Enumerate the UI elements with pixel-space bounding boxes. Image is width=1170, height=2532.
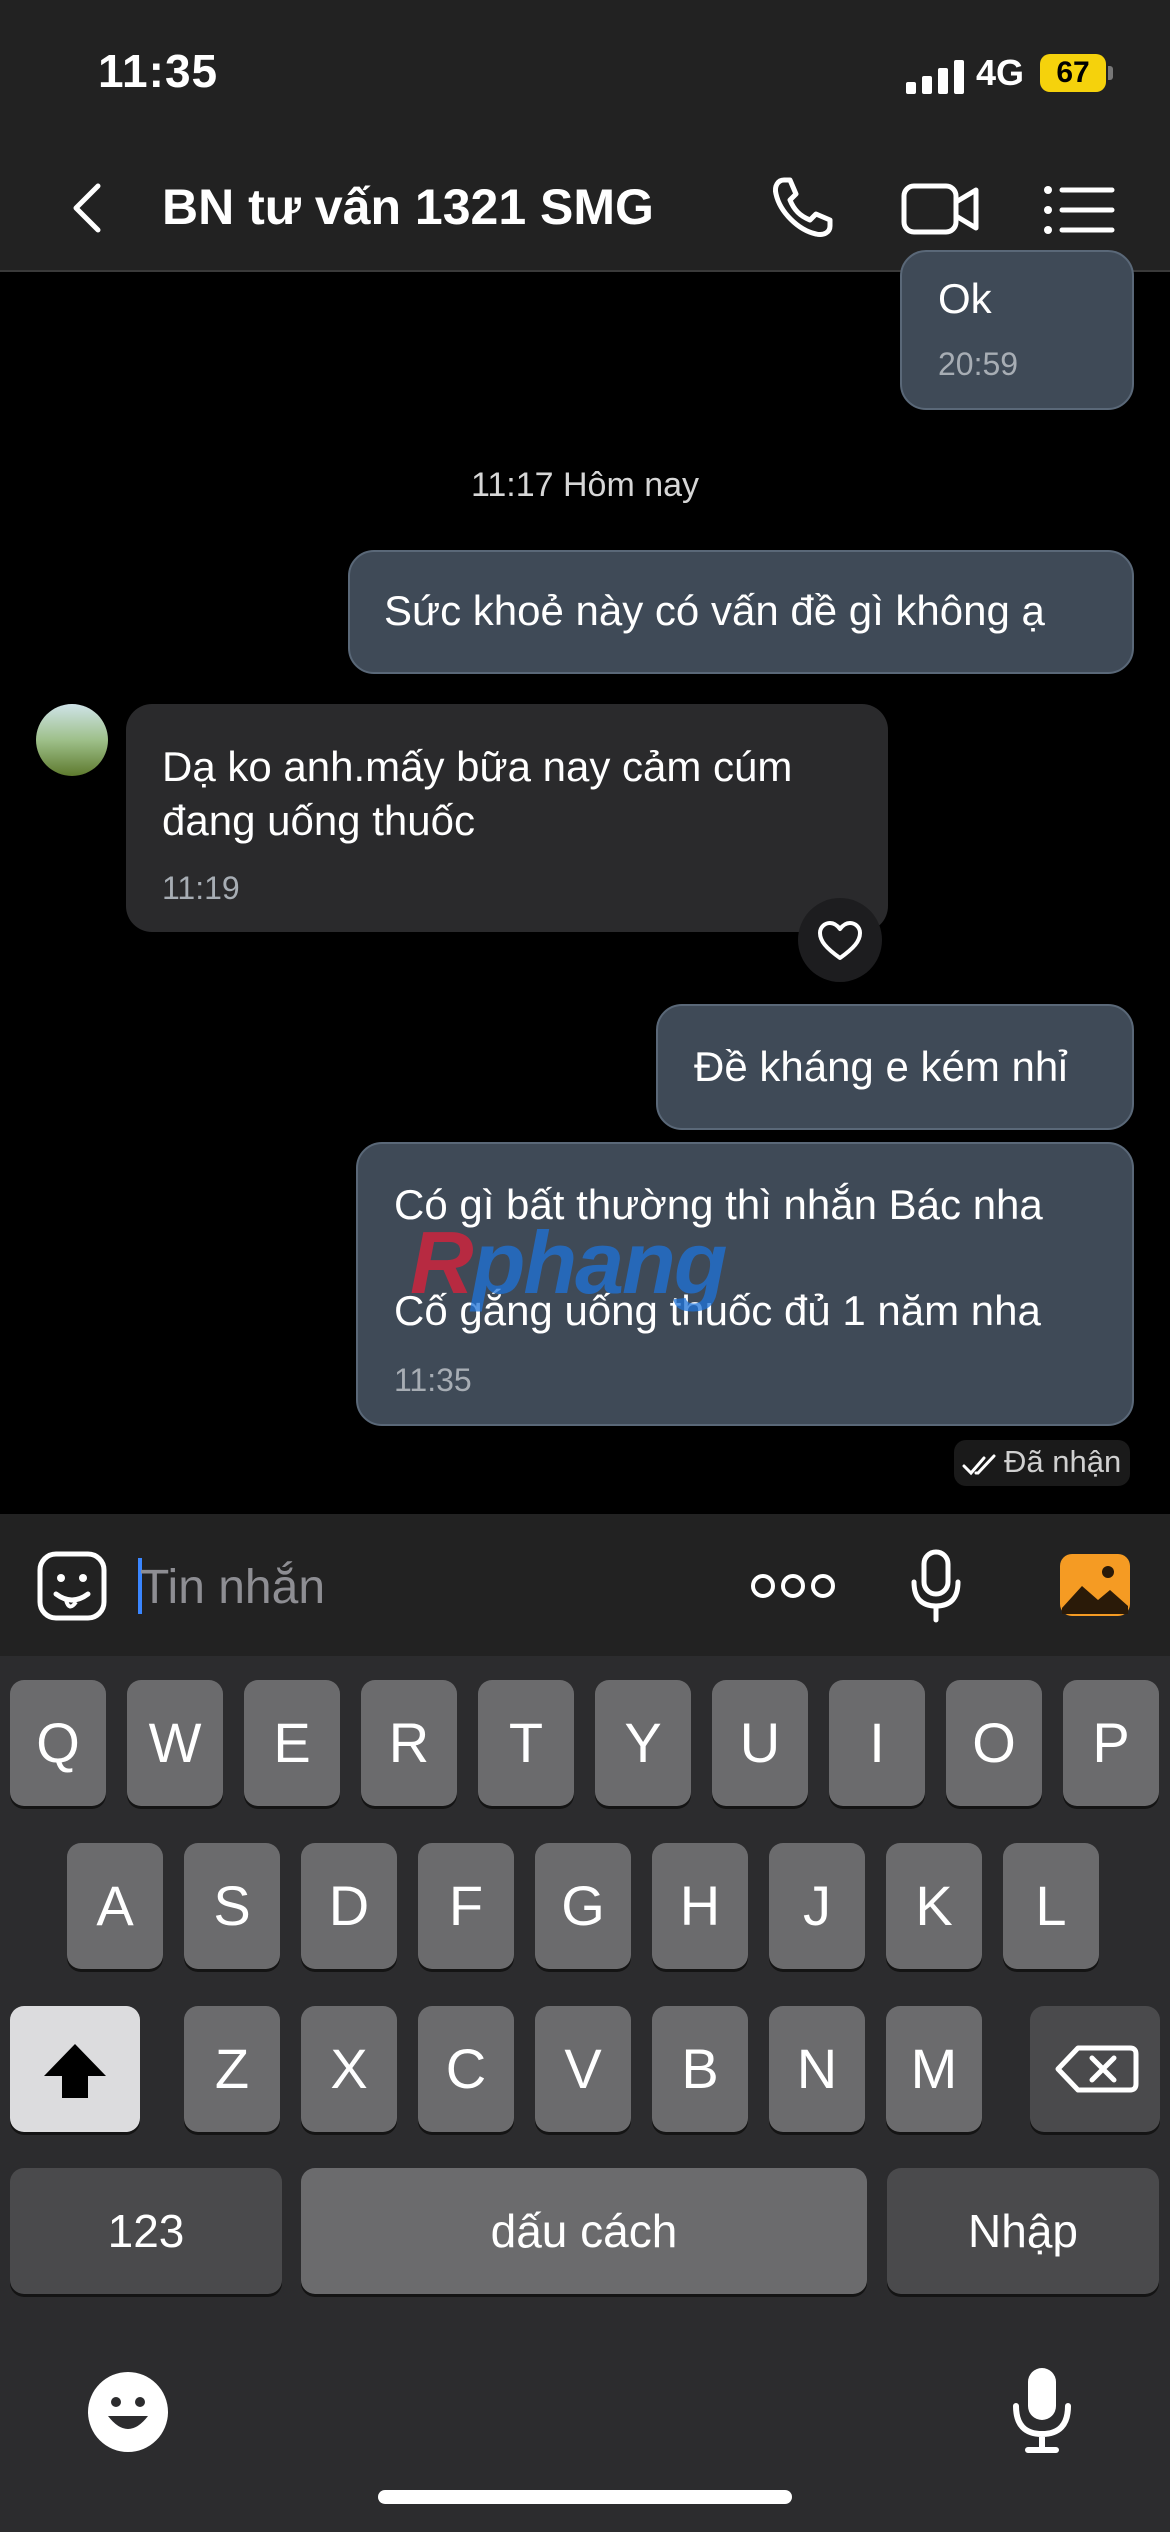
key-a[interactable]: A	[67, 1843, 163, 1969]
chevron-left-icon[interactable]	[60, 178, 120, 238]
network-type: 4G	[976, 52, 1025, 93]
key-o[interactable]: O	[946, 1680, 1042, 1806]
key-g[interactable]: G	[535, 1843, 631, 1969]
key-f[interactable]: F	[418, 1843, 514, 1969]
key-b[interactable]: B	[652, 2006, 748, 2132]
key-t[interactable]: T	[478, 1680, 574, 1806]
message-time: 20:59	[938, 346, 1019, 382]
date-separator: 11:17 Hôm nay	[470, 466, 700, 504]
key-s[interactable]: S	[184, 1843, 280, 1969]
receipt-status: Đã nhận	[1004, 1444, 1122, 1479]
message-bubble[interactable]	[900, 250, 1134, 410]
return-key[interactable]: Nhập	[887, 2168, 1159, 2294]
message-time: 11:19	[162, 870, 240, 906]
key-i[interactable]: I	[829, 1680, 925, 1806]
battery-level: 67	[1040, 54, 1106, 92]
key-k[interactable]: K	[886, 1843, 982, 1969]
message-text: Ok	[938, 275, 992, 322]
signal-icon	[906, 58, 966, 94]
key-q[interactable]: Q	[10, 1680, 106, 1806]
home-indicator[interactable]	[378, 2490, 792, 2504]
more-dots-icon[interactable]	[750, 1566, 836, 1606]
space-key[interactable]: dấu cách	[301, 2168, 867, 2294]
key-x[interactable]: X	[301, 2006, 397, 2132]
message-text: Sức khoẻ này có vấn đề gì không ạ	[384, 587, 1045, 634]
message-text: Dạ ko anh.mấy bữa nay cảm cúm	[162, 743, 793, 790]
heart-icon[interactable]	[798, 898, 882, 982]
message-input[interactable]: Tin nhắn	[140, 1560, 325, 1615]
message-text: Đề kháng e kém nhỉ	[694, 1043, 1068, 1090]
battery-icon	[1108, 66, 1113, 80]
key-r[interactable]: R	[361, 1680, 457, 1806]
backspace-icon[interactable]	[1030, 2006, 1160, 2132]
photo-icon[interactable]	[1058, 1552, 1132, 1618]
double-check-icon	[962, 1446, 998, 1482]
key-e[interactable]: E	[244, 1680, 340, 1806]
key-p[interactable]: P	[1063, 1680, 1159, 1806]
list-menu-icon[interactable]	[1040, 168, 1120, 248]
key-l[interactable]: L	[1003, 1843, 1099, 1969]
key-u[interactable]: U	[712, 1680, 808, 1806]
microphone-icon[interactable]	[906, 1548, 966, 1624]
key-h[interactable]: H	[652, 1843, 748, 1969]
video-camera-icon[interactable]	[900, 168, 980, 248]
key-j[interactable]: J	[769, 1843, 865, 1969]
key-c[interactable]: C	[418, 2006, 514, 2132]
watermark-logo: Rphang	[410, 1213, 728, 1312]
key-w[interactable]: W	[127, 1680, 223, 1806]
key-y[interactable]: Y	[595, 1680, 691, 1806]
message-text: đang uống thuốc	[162, 797, 475, 844]
avatar[interactable]	[36, 704, 108, 776]
phone-icon[interactable]	[762, 168, 842, 248]
key-v[interactable]: V	[535, 2006, 631, 2132]
shift-icon[interactable]	[10, 2006, 140, 2132]
status-time: 11:35	[98, 45, 219, 97]
key-n[interactable]: N	[769, 2006, 865, 2132]
chat-title[interactable]: BN tư vấn 1321 SMG	[162, 178, 654, 236]
key-z[interactable]: Z	[184, 2006, 280, 2132]
sticker-icon[interactable]	[36, 1550, 108, 1622]
key-d[interactable]: D	[301, 1843, 397, 1969]
message-time: 11:35	[394, 1362, 472, 1398]
key-m[interactable]: M	[886, 2006, 982, 2132]
numbers-key[interactable]: 123	[10, 2168, 282, 2294]
emoji-icon[interactable]	[86, 2370, 170, 2454]
dictation-mic-icon[interactable]	[1010, 2364, 1074, 2456]
